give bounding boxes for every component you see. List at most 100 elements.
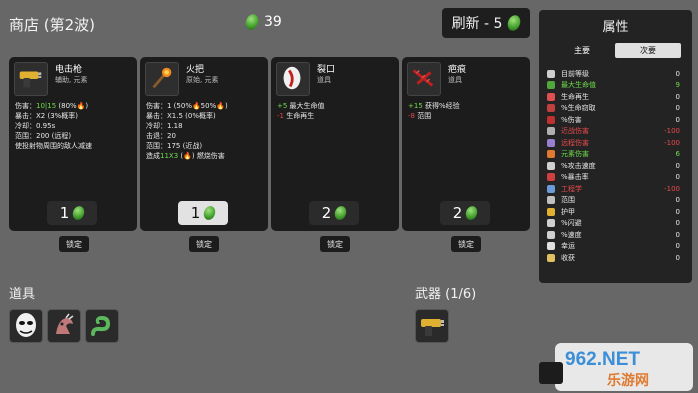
stat-text: 冷却：1.18 [146,122,183,130]
lock-button[interactable]: 锁定 [320,236,350,252]
attribute-row: 护甲 0 [547,206,680,218]
attributes-panel: 属性 主要 次要 目前等级 0 最大生命值 9 生命再生 0 %生命窃取 0 %伤害 0 近战伤害 -… [539,10,692,283]
attribute-value: 9 [675,81,680,90]
refresh-label: 刷新 - 5 [451,16,503,32]
claw-creature-icon [56,313,74,334]
weapons-section-title: 武器 (1/6) [415,287,477,302]
shop-item-card[interactable]: 疤痕 道具 +15 获得%经验 -8 范围 2 [402,57,530,231]
luck-icon [547,242,555,251]
price-value: 2 [452,204,463,222]
attribute-row: 收获 0 [547,252,680,264]
item-stats: +5 最大生命值 -1 生命再生 [277,101,395,121]
price-value: 1 [59,204,70,222]
stat-line: 击退：20 [146,131,264,141]
shop-title: 商店 (第2波) [9,16,96,34]
attribute-value: 0 [675,115,680,124]
stat-line: 范围：175 (近战) [146,141,264,151]
item-tags: 辅助, 元素 [55,76,88,84]
attribute-row: 生命再生 0 [547,91,680,103]
attribute-label: %伤害 [561,115,582,124]
currency-amount: 39 [264,14,282,30]
shop-item-card[interactable]: 裂口 道具 +5 最大生命值 -1 生命再生 2 [271,57,399,231]
attribute-label: 幸运 [561,242,575,251]
attribute-label: %生命窃取 [561,104,596,113]
attribute-label: 元素伤害 [561,150,589,159]
stat-line: 冷却：0.95s [15,121,133,131]
material-gem-icon [202,204,218,222]
stat-text: (80%🔥) [56,102,89,110]
item-name: 电击枪 [55,65,83,75]
snake-icon [91,315,111,336]
torch-icon [145,62,179,96]
tab-primary[interactable]: 主要 [549,43,615,58]
ranged-icon [547,138,555,147]
shop-item-card[interactable]: 电击枪 辅助, 元素 伤害：10|15 (80%🔥) 暴击：X2 (3%概率) 冷却：0… [9,57,137,231]
buy-button[interactable]: 2 [440,201,490,225]
shop-item-card[interactable]: 火把 原始, 元素 伤害：1 (50%🔥50%🔥) 暴击：X1.5 (0%概率) 冷却：… [140,57,268,231]
attribute-value: -100 [664,138,680,147]
hidden-button[interactable] [539,362,563,384]
price-value: 1 [190,204,201,222]
stat-text: 击退：20 [146,132,176,140]
attribute-value: 0 [675,207,680,216]
watermark-line1: 962.NET [565,349,640,370]
buy-button[interactable]: 1 [47,201,97,225]
attribute-label: 目前等级 [561,69,589,78]
material-gem-icon [464,204,480,222]
stat-line: 伤害：1 (50%🔥50%🔥) [146,101,264,111]
damage-icon [547,115,555,124]
attribute-value: 0 [675,219,680,228]
attribute-value: 0 [675,161,680,170]
stat-text: +15 [408,102,423,110]
attribute-row: 元素伤害 6 [547,149,680,161]
refresh-button[interactable]: 刷新 - 5 [442,8,530,38]
stat-text: +5 [277,102,288,110]
item-tags: 原始, 元素 [186,76,219,84]
attribute-label: 远程伤害 [561,138,589,147]
heart-icon [547,81,555,90]
lock-button[interactable]: 锁定 [189,236,219,252]
engineering-icon [547,184,555,193]
buy-button[interactable]: 2 [309,201,359,225]
attribute-value: 0 [675,104,680,113]
tab-secondary[interactable]: 次要 [615,43,681,58]
attribute-value: 0 [675,253,680,262]
attribute-row: 近战伤害 -100 [547,126,680,138]
taser-icon [14,62,48,96]
attribute-label: %暴击率 [561,173,589,182]
stat-line: 冷却：1.18 [146,121,264,131]
armor-icon [547,207,555,216]
stat-line: +15 获得%经验 [408,101,526,111]
attribute-label: 范围 [561,196,575,205]
item-slot-mask[interactable] [9,309,43,343]
melee-icon [547,127,555,136]
lock-button[interactable]: 锁定 [451,236,481,252]
stat-line: 暴击：X2 (3%概率) [15,111,133,121]
attribute-label: %攻击速度 [561,161,596,170]
speed-icon [547,230,555,239]
material-gem-icon [506,13,523,33]
stat-line: 暴击：X1.5 (0%概率) [146,111,264,121]
item-slot-snake[interactable] [85,309,119,343]
attribute-row: %闪避 0 [547,218,680,230]
attribute-row: 工程学 -100 [547,183,680,195]
item-slot-claw-creature[interactable] [47,309,81,343]
lock-button[interactable]: 锁定 [59,236,89,252]
attribute-value: -100 [664,184,680,193]
stat-text: 伤害：1 (50%🔥50%🔥) [146,102,228,110]
attribute-value: -100 [664,127,680,136]
weapon-slot-taser[interactable] [415,309,449,343]
attribute-label: 工程学 [561,184,582,193]
buy-button[interactable]: 1 [178,201,228,225]
attribute-value: 6 [675,150,680,159]
attribute-label: 最大生命值 [561,81,596,90]
attribute-value: 0 [675,196,680,205]
stat-line: +5 最大生命值 [277,101,395,111]
stat-text: 最大生命值 [287,102,325,110]
item-name: 疤痕 [448,65,467,75]
range-icon [547,196,555,205]
attribute-label: 收获 [561,253,575,262]
attribute-row: 远程伤害 -100 [547,137,680,149]
crit-icon [547,173,555,182]
dodge-icon [547,219,555,228]
